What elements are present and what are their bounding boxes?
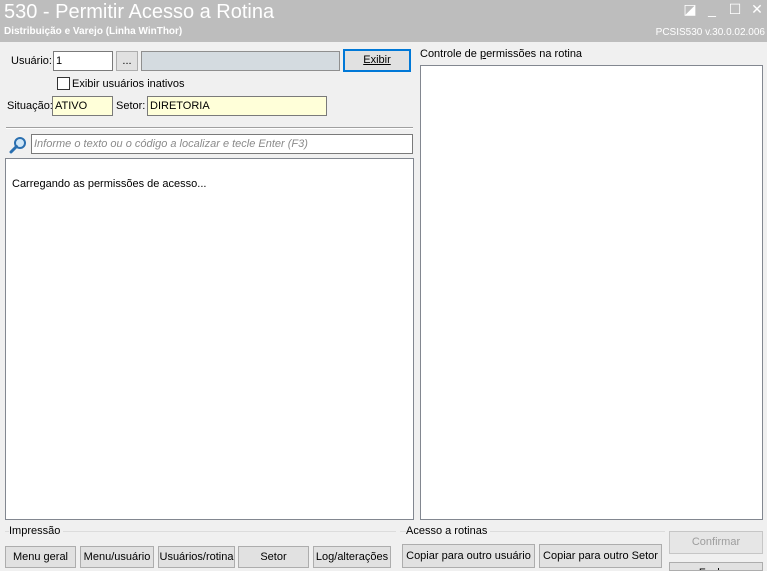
permissions-title: Controle de permissões na rotina: [420, 48, 583, 60]
loading-text: Carregando as permissões de acesso...: [12, 178, 207, 190]
inativos-label: Exibir usuários inativos: [72, 78, 185, 90]
form-separator: [6, 127, 413, 129]
title-bar: 530 - Permitir Acesso a Rotina Distribui…: [0, 0, 767, 42]
search-icon: [9, 136, 29, 154]
copiar-usuario-button[interactable]: Copiar para outro usuário: [402, 544, 535, 568]
usuarios-rotina-button[interactable]: Usuários/rotina: [158, 546, 235, 568]
usuario-code-input[interactable]: 1: [53, 51, 113, 71]
situacao-label: Situação:: [7, 100, 53, 112]
close-icon[interactable]: ✕: [749, 1, 765, 17]
copiar-setor-button[interactable]: Copiar para outro Setor: [539, 544, 662, 568]
version-label: PCSIS530 v.30.0.02.006: [655, 27, 765, 38]
menu-geral-button[interactable]: Menu geral: [5, 546, 76, 568]
search-input[interactable]: Informe o texto ou o código a localizar …: [31, 134, 413, 154]
permissions-control-panel[interactable]: [420, 65, 763, 520]
fechar-button[interactable]: Fechar: [669, 562, 763, 571]
exibir-button-label: Exibir: [363, 54, 391, 66]
impressao-title: Impressão: [9, 525, 64, 537]
setor-field: DIRETORIA: [147, 96, 327, 116]
usuario-lookup-button[interactable]: ...: [116, 51, 138, 71]
inativos-checkbox[interactable]: [57, 77, 70, 90]
edit-window-icon[interactable]: ◪: [682, 1, 698, 17]
setor-label: Setor:: [116, 100, 146, 112]
confirmar-button[interactable]: Confirmar: [669, 531, 763, 554]
usuario-label: Usuário:: [11, 55, 52, 67]
setor-button[interactable]: Setor: [238, 546, 309, 568]
window-subtitle: Distribuição e Varejo (Linha WinThor): [4, 26, 183, 37]
situacao-field: ATIVO: [52, 96, 113, 116]
maximize-icon[interactable]: ☐: [727, 1, 743, 17]
exibir-button[interactable]: Exibir: [343, 49, 411, 72]
acesso-title: Acesso a rotinas: [406, 525, 491, 537]
usuario-name-field: [141, 51, 340, 71]
menu-usuario-button[interactable]: Menu/usuário: [80, 546, 154, 568]
minimize-icon[interactable]: _: [704, 1, 720, 17]
log-alteracoes-button[interactable]: Log/alterações: [313, 546, 391, 568]
window-title: 530 - Permitir Acesso a Rotina: [4, 1, 275, 23]
permissions-tree-panel[interactable]: Carregando as permissões de acesso...: [5, 158, 414, 520]
